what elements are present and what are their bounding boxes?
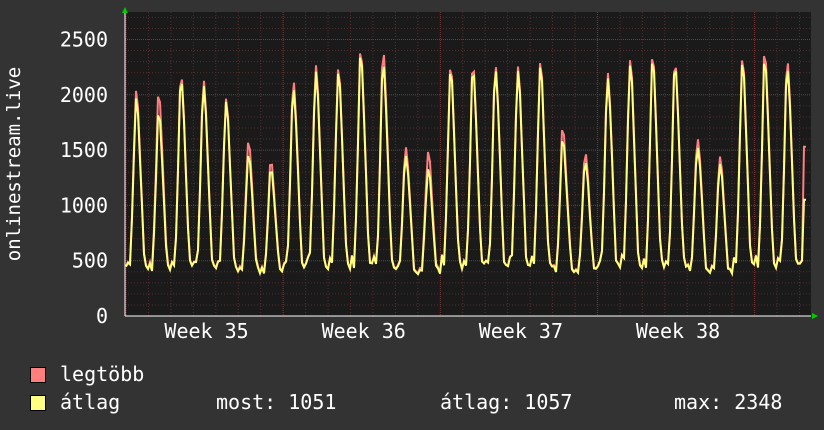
legend-label: legtöbb <box>60 362 145 386</box>
y-tick-label: 500 <box>72 249 108 273</box>
x-tick-label: Week 38 <box>636 319 720 343</box>
x-tick-label: Week 37 <box>479 319 563 343</box>
y-axis-arrow <box>122 7 128 13</box>
legend-swatch-atlag <box>30 395 46 411</box>
x-tick-label: Week 35 <box>164 319 248 343</box>
legend-item-atlag: átlag most: 1051 átlag: 1057 max: 2348 <box>30 390 820 414</box>
x-axis-arrow <box>812 313 818 319</box>
x-tick-labels: Week 35 Week 36 Week 37 Week 38 <box>164 319 720 343</box>
legend-item-legtobb: legtöbb <box>30 362 230 386</box>
y-tick-label: 0 <box>96 304 108 328</box>
legend-swatch-legtobb <box>30 367 46 383</box>
stat-current: most: 1051 <box>216 390 337 414</box>
stat-average: átlag: 1057 <box>440 390 573 414</box>
y-axis-label: onlinestream.live <box>3 67 25 261</box>
y-tick-label: 2500 <box>60 28 108 52</box>
y-tick-labels: 0 500 1000 1500 2000 2500 <box>60 28 108 329</box>
stat-max: max: 2348 <box>674 390 783 414</box>
y-tick-label: 1000 <box>60 193 108 217</box>
y-tick-label: 2000 <box>60 83 108 107</box>
x-tick-label: Week 36 <box>322 319 406 343</box>
y-tick-label: 1500 <box>60 138 108 162</box>
legend-label: átlag <box>60 390 121 414</box>
